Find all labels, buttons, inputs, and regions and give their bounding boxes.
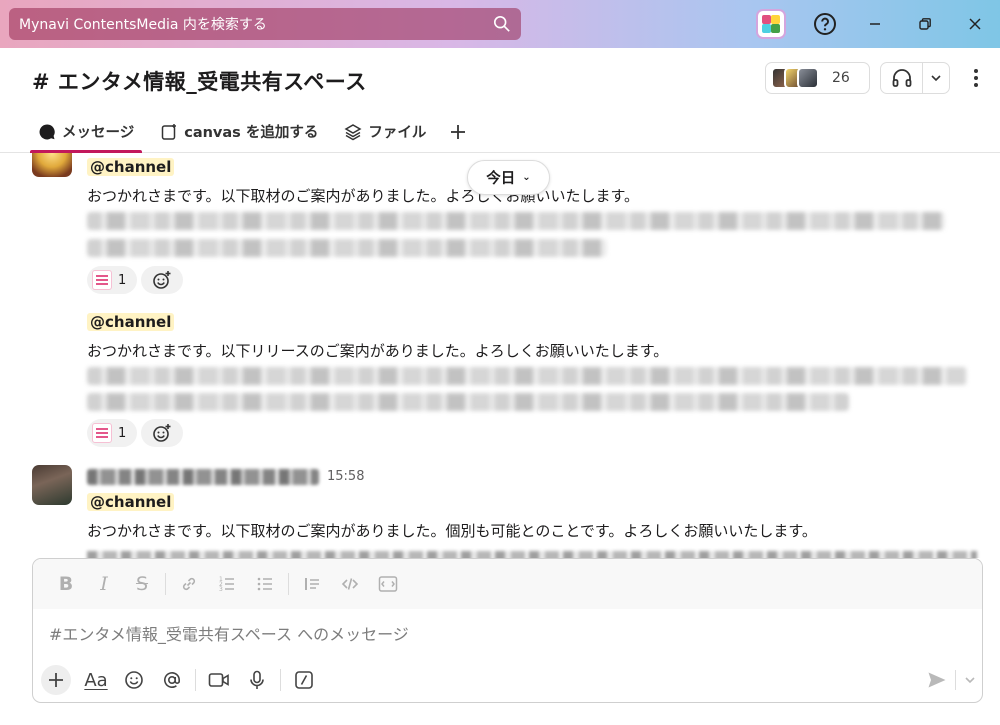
- chevron-down-icon: ⌄: [522, 172, 531, 183]
- text-format-icon[interactable]: Aa: [77, 664, 115, 696]
- code-icon[interactable]: [331, 569, 369, 599]
- channel-tabs: メッセージ canvas を追加する ファイル: [30, 110, 488, 153]
- toolbar-divider: [280, 669, 281, 691]
- tab-label: canvas を追加する: [184, 125, 319, 141]
- bold-icon[interactable]: B: [47, 569, 85, 599]
- channel-mention[interactable]: @channel: [87, 158, 175, 176]
- redacted-text: [87, 393, 849, 411]
- slash-command-icon[interactable]: [285, 664, 323, 696]
- redacted-author-name[interactable]: [87, 469, 319, 485]
- search-placeholder: Mynavi ContentsMedia 内を検索する: [19, 17, 267, 33]
- code-block-icon[interactable]: [369, 569, 407, 599]
- message-text: おつかれさまです。以下リリースのご案内がありました。よろしくお願いいたします。: [87, 342, 669, 360]
- tab-files[interactable]: ファイル: [336, 110, 434, 153]
- message-composer[interactable]: B I S 123 #エンタメ情報_受電共有スペース へのメッセージ Aa: [32, 558, 983, 703]
- channel-title[interactable]: # エンタメ情報_受電共有スペース: [32, 66, 367, 96]
- headphones-icon[interactable]: [881, 63, 923, 93]
- members-button[interactable]: 26: [765, 62, 870, 94]
- date-divider-button[interactable]: 今日 ⌄: [467, 160, 550, 195]
- search-input[interactable]: Mynavi ContentsMedia 内を検索する: [9, 8, 521, 40]
- reaction-chip[interactable]: 1: [87, 419, 137, 447]
- channel-mention[interactable]: @channel: [87, 493, 175, 511]
- mention-line: @channel: [87, 493, 175, 511]
- redacted-text: [87, 212, 945, 230]
- toolbar-divider: [165, 573, 166, 595]
- bulleted-list-icon[interactable]: [246, 569, 284, 599]
- toolbar-divider: [955, 670, 956, 690]
- reaction-count: 1: [118, 272, 127, 288]
- microphone-icon[interactable]: [238, 664, 276, 696]
- add-reaction-button[interactable]: [141, 266, 183, 294]
- send-controls: [927, 665, 976, 695]
- add-tab-button[interactable]: [444, 110, 478, 153]
- huddle-button[interactable]: [880, 62, 950, 94]
- ordered-list-icon[interactable]: 123: [208, 569, 246, 599]
- avatar[interactable]: [32, 465, 72, 505]
- attach-plus-icon[interactable]: [41, 665, 71, 695]
- canvas-icon: [161, 123, 177, 140]
- strikethrough-icon[interactable]: S: [123, 569, 161, 599]
- plus-icon: [451, 124, 466, 139]
- tab-add-canvas[interactable]: canvas を追加する: [152, 110, 326, 153]
- message-timestamp[interactable]: 15:58: [327, 469, 364, 484]
- message-text: おつかれさまです。以下取材のご案内がありました。よろしくお願いいたします。: [87, 187, 640, 205]
- message-input[interactable]: #エンタメ情報_受電共有スペース へのメッセージ: [49, 621, 409, 645]
- composer-actions: Aa: [41, 663, 323, 697]
- channel-header: # エンタメ情報_受電共有スペース 26 メッセージ canvas を追加する …: [0, 48, 1000, 153]
- blockquote-icon[interactable]: [293, 569, 331, 599]
- mention-line: @channel: [87, 313, 175, 331]
- formatting-toolbar: B I S 123: [33, 559, 982, 609]
- reaction-count: 1: [118, 425, 127, 441]
- more-options-icon[interactable]: [968, 66, 984, 90]
- reaction-chip[interactable]: 1: [87, 266, 137, 294]
- minimize-icon[interactable]: [850, 0, 900, 48]
- add-reaction-button[interactable]: [141, 419, 183, 447]
- date-label: 今日: [486, 171, 516, 187]
- tab-messages[interactable]: メッセージ: [30, 110, 143, 153]
- thanks-stamp-icon: [92, 270, 112, 290]
- add-emoji-icon: [153, 424, 171, 442]
- svg-text:3: 3: [219, 586, 223, 593]
- redacted-text: [87, 367, 967, 385]
- restore-icon[interactable]: [900, 0, 950, 48]
- mention-icon[interactable]: [153, 664, 191, 696]
- redacted-text: [87, 551, 977, 558]
- member-count: 26: [832, 70, 850, 86]
- send-icon[interactable]: [927, 671, 947, 689]
- add-emoji-icon: [153, 271, 171, 289]
- video-icon[interactable]: [200, 664, 238, 696]
- workspace-app-icon[interactable]: [756, 9, 786, 39]
- tab-label: メッセージ: [62, 125, 135, 141]
- layers-icon: [344, 123, 362, 140]
- link-icon[interactable]: [170, 569, 208, 599]
- avatar[interactable]: [32, 153, 72, 177]
- title-bar: Mynavi ContentsMedia 内を検索する: [0, 0, 1000, 48]
- message-bubble-icon: [39, 123, 55, 139]
- italic-icon[interactable]: I: [85, 569, 123, 599]
- channel-mention[interactable]: @channel: [87, 313, 175, 331]
- avatar: [797, 67, 819, 89]
- toolbar-divider: [288, 573, 289, 595]
- toolbar-divider: [195, 669, 196, 691]
- help-icon[interactable]: [800, 0, 850, 48]
- mention-line: @channel: [87, 158, 175, 176]
- close-icon[interactable]: [950, 0, 1000, 48]
- tab-label: ファイル: [368, 125, 427, 141]
- chevron-down-icon[interactable]: [923, 72, 949, 84]
- message-text: おつかれさまです。以下取材のご案内がありました。個別も可能とのことです。よろしく…: [87, 522, 817, 540]
- emoji-icon[interactable]: [115, 664, 153, 696]
- schedule-chevron-icon[interactable]: [964, 674, 976, 686]
- message-list: @channel おつかれさまです。以下取材のご案内がありました。よろしくお願い…: [0, 153, 1000, 558]
- search-icon: [493, 15, 510, 32]
- redacted-text: [87, 239, 607, 257]
- thanks-stamp-icon: [92, 423, 112, 443]
